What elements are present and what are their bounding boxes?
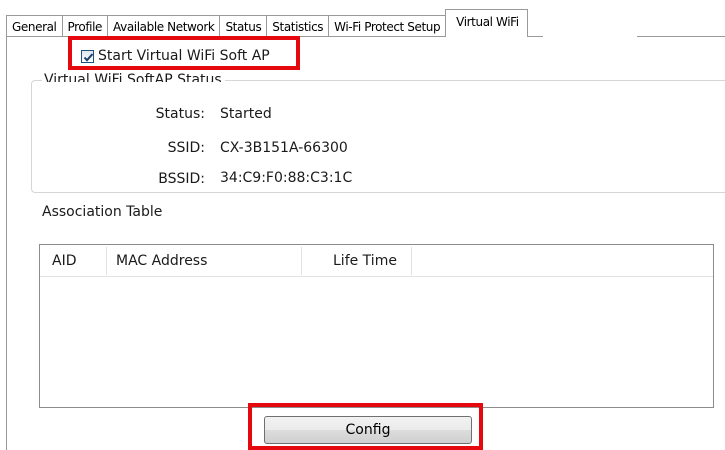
- tab-profile[interactable]: Profile: [61, 15, 109, 37]
- ssid-label: SSID:: [167, 140, 205, 156]
- tab-general[interactable]: General: [6, 15, 63, 37]
- bssid-value: 34:C9:F0:88:C3:1C: [220, 170, 353, 186]
- bssid-label: BSSID:: [158, 171, 205, 187]
- tab-statistics[interactable]: Statistics: [266, 15, 330, 37]
- tab-baseline: [637, 36, 725, 37]
- virtual-wifi-page: General Profile Available Network Status…: [0, 0, 725, 450]
- association-table-header: AID MAC Address Life Time: [40, 245, 713, 277]
- status-value: Started: [220, 106, 272, 122]
- column-divider[interactable]: [411, 247, 412, 275]
- highlight-box-checkbox: [68, 36, 300, 70]
- association-table[interactable]: AID MAC Address Life Time: [39, 244, 714, 408]
- page-border: [6, 36, 7, 450]
- softap-status-group-title: Virtual WiFi SoftAP Status: [42, 72, 225, 82]
- column-header-mac-address[interactable]: MAC Address: [116, 245, 207, 276]
- tab-strip: General Profile Available Network Status…: [6, 9, 528, 37]
- tab-wifi-protect-setup[interactable]: Wi-Fi Protect Setup: [328, 15, 447, 37]
- highlight-box-config: [248, 403, 483, 450]
- column-header-aid[interactable]: AID: [52, 245, 77, 276]
- column-divider[interactable]: [301, 247, 302, 275]
- column-header-life-time[interactable]: Life Time: [333, 245, 397, 276]
- tab-available-network[interactable]: Available Network: [107, 15, 221, 37]
- ssid-value: CX-3B151A-66300: [220, 140, 348, 156]
- column-divider[interactable]: [106, 247, 107, 275]
- status-label: Status:: [155, 106, 205, 122]
- tab-virtual-wifi[interactable]: Virtual WiFi: [445, 9, 528, 37]
- tab-status[interactable]: Status: [219, 15, 268, 37]
- softap-status-group: [31, 80, 725, 193]
- association-table-title: Association Table: [42, 204, 163, 220]
